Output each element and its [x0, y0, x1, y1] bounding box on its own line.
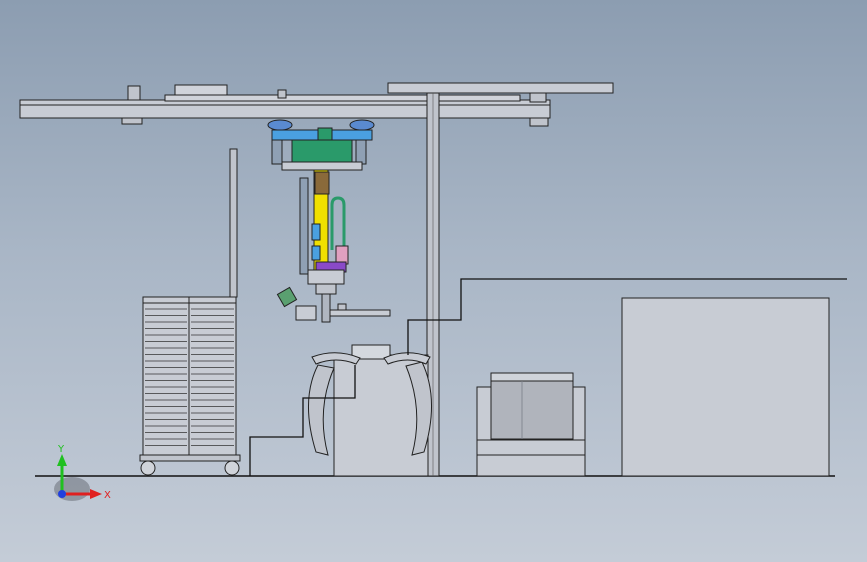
assembly: [19, 82, 847, 477]
enclosure-box: [621, 297, 830, 477]
storage-cart: [139, 296, 241, 476]
guide-post: [229, 148, 238, 298]
assembly-drawing: Y X: [19, 82, 847, 501]
lift-column: [299, 169, 349, 323]
press-machine: [308, 344, 432, 477]
x-axis-label: X: [104, 490, 111, 501]
coordinate-triad: Y X: [54, 444, 111, 501]
cad-viewport[interactable]: Y X: [0, 0, 867, 562]
y-axis-label: Y: [57, 444, 65, 455]
drum-unit: [476, 372, 586, 477]
triad-base-icon: [54, 477, 90, 501]
gripper-carriage: [267, 119, 375, 171]
